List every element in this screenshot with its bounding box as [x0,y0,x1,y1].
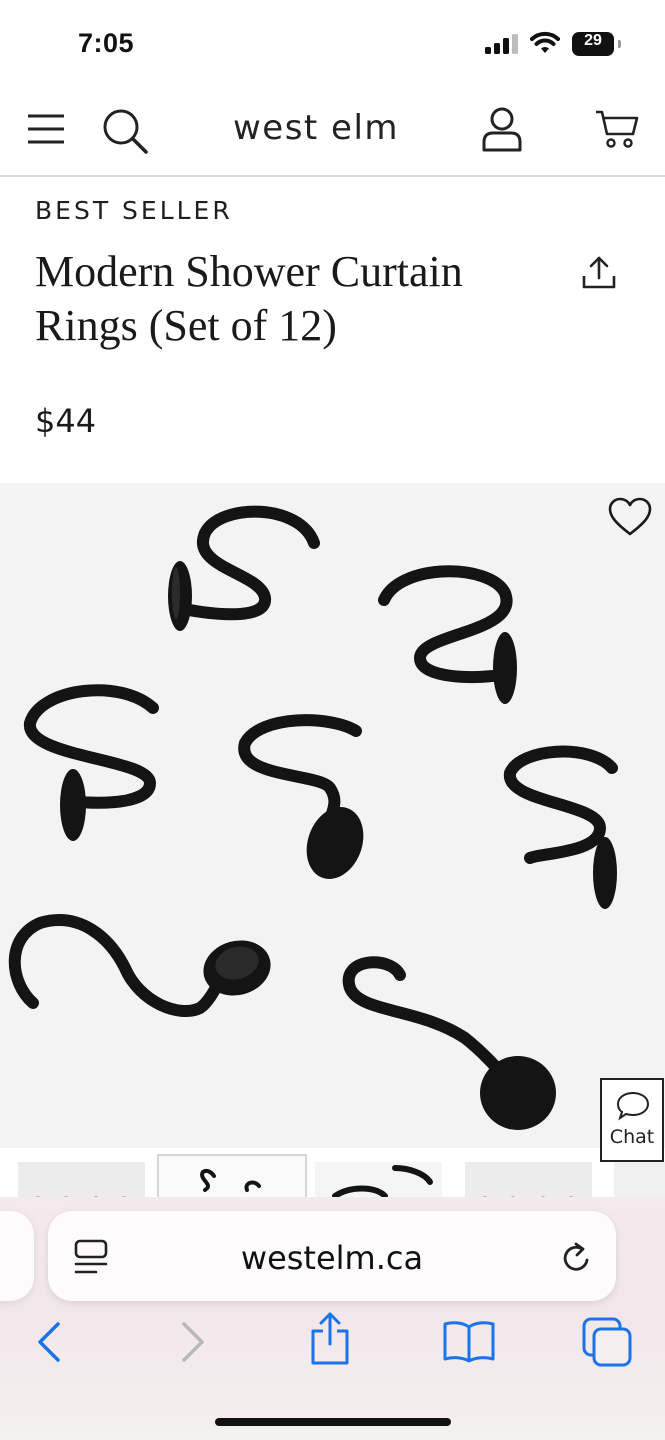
url-text[interactable]: westelm.ca [48,1239,616,1277]
chat-label: Chat [609,1126,655,1148]
thumbnail-1[interactable] [18,1162,145,1202]
previous-tab-preview[interactable] [0,1211,34,1301]
thumbnail-2-selected[interactable] [157,1154,307,1202]
status-bar: 7:05 29 [0,0,665,90]
account-icon[interactable] [480,106,524,154]
cellular-signal-icon [485,34,518,54]
status-time: 7:05 [78,28,135,58]
battery-icon: 29 [572,32,621,56]
thumbnail-5[interactable] [614,1162,665,1202]
chat-bubble-icon [616,1091,650,1121]
back-icon[interactable] [34,1321,64,1363]
wifi-icon [530,31,560,53]
best-seller-badge: BEST SELLER [35,196,233,225]
thumbnail-3[interactable] [315,1162,442,1202]
address-bar[interactable]: westelm.ca [48,1211,616,1301]
site-header: west elm [0,90,665,177]
tabs-icon[interactable] [582,1317,634,1367]
forward-icon[interactable] [178,1321,208,1363]
share-sheet-icon[interactable] [308,1311,352,1367]
reload-icon[interactable] [560,1240,594,1276]
brand-logo[interactable]: west elm [0,108,632,148]
bookmarks-icon[interactable] [442,1319,496,1363]
battery-level: 29 [584,32,602,49]
shower-hooks-photo [8,505,618,1130]
wishlist-heart-icon[interactable] [607,496,653,538]
share-icon[interactable] [580,254,618,292]
product-price: $44 [35,402,97,440]
cart-icon[interactable] [594,108,640,150]
thumbnail-strip [0,1150,665,1202]
thumbnail-4[interactable] [465,1162,592,1202]
home-indicator [215,1418,451,1426]
product-image[interactable] [0,483,665,1148]
browser-toolbar: westelm.ca [0,1197,665,1440]
product-title: Modern Shower Curtain Rings (Set of 12) [35,247,463,350]
